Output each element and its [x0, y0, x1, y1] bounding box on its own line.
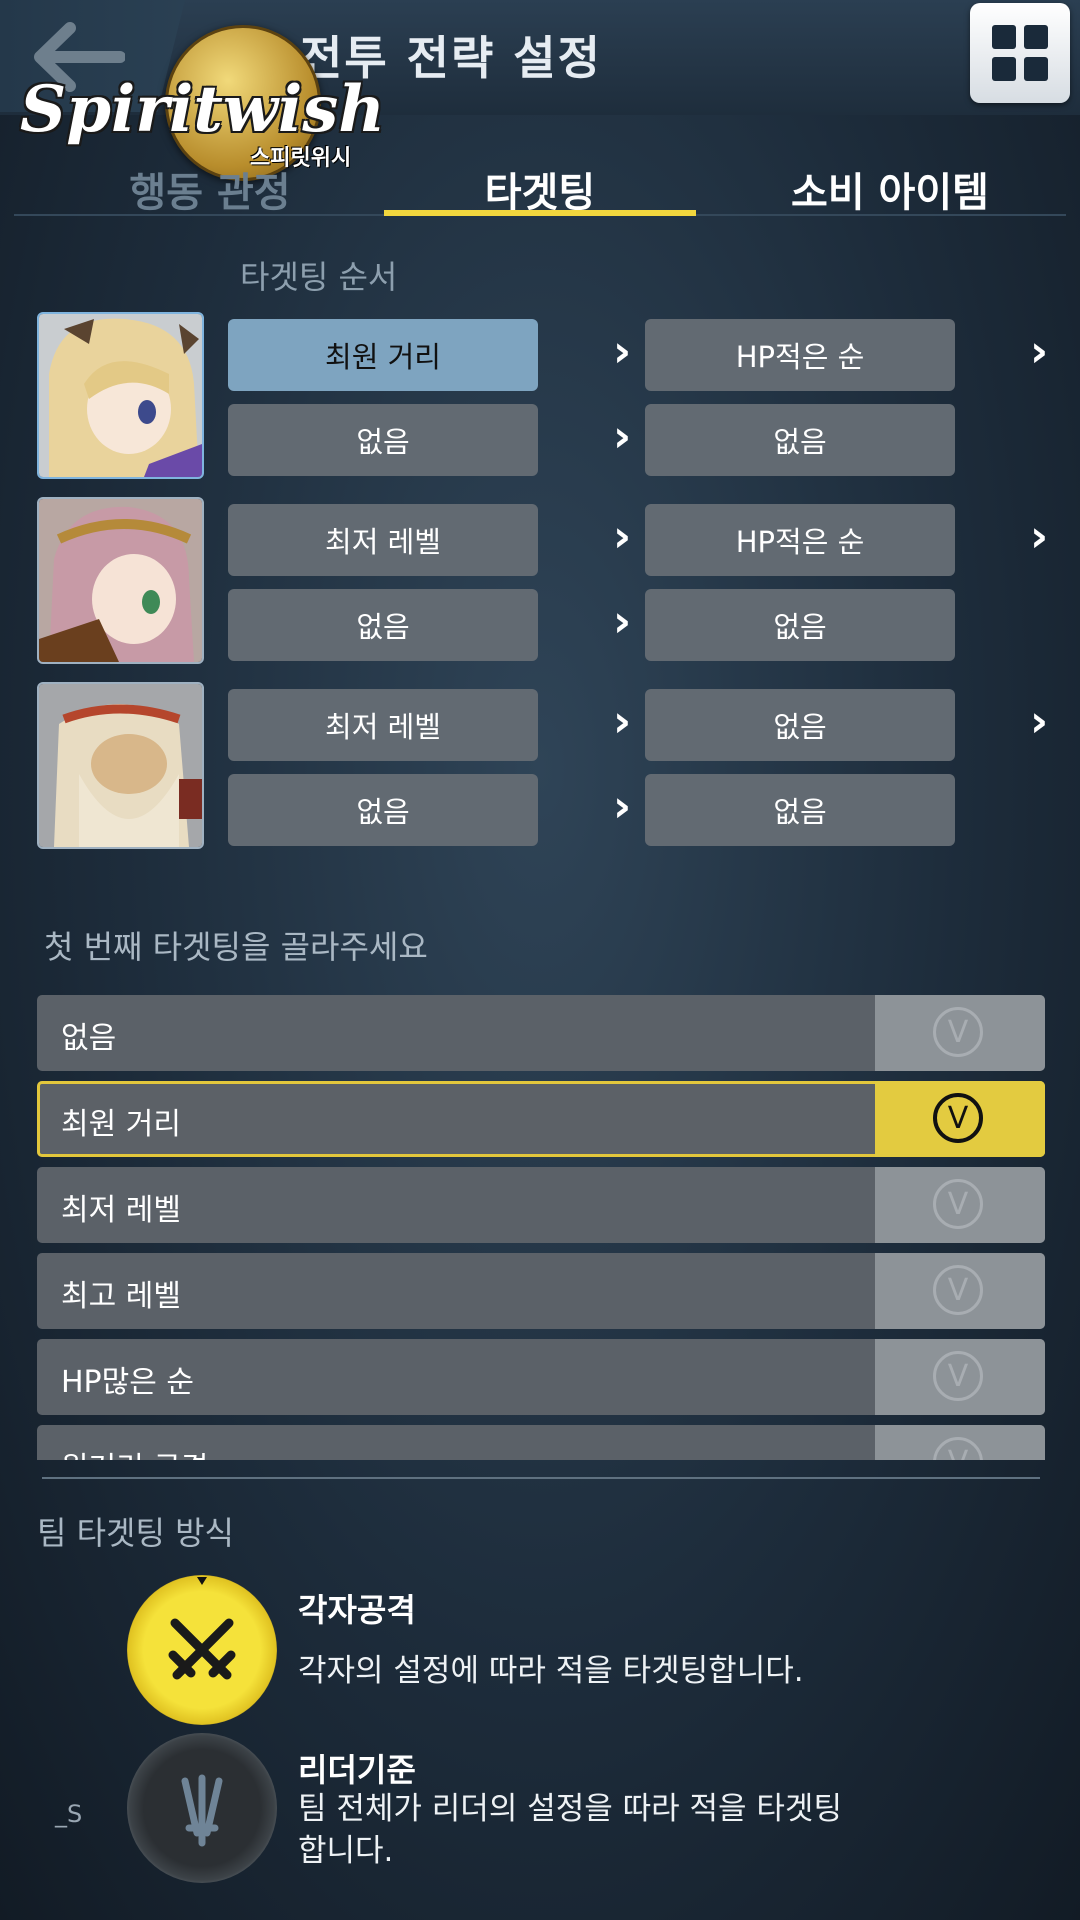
crossed-swords-icon [168, 1577, 236, 1680]
check-circle-icon: V [933, 1437, 983, 1460]
option-row-ranged[interactable]: 원거리 공격 V [37, 1425, 1045, 1460]
option-row-farthest[interactable]: 최원 거리 V [37, 1081, 1045, 1157]
char2-target-slot-2[interactable]: HP적은 순 [645, 504, 955, 576]
character-1-image [39, 314, 202, 477]
character-portrait-1[interactable] [37, 312, 204, 479]
char3-target-slot-1[interactable]: 최저 레벨 [228, 689, 538, 761]
character-portrait-2[interactable] [37, 497, 204, 664]
mode-leader-button[interactable] [127, 1733, 277, 1883]
char2-target-slot-4[interactable]: 없음 [645, 589, 955, 661]
section-divider [42, 1477, 1040, 1479]
option-label: 최저 레벨 [61, 1193, 181, 1228]
logo-text: Spiritwish [20, 72, 385, 147]
option-label: 없음 [61, 1021, 117, 1056]
char3-target-slot-2[interactable]: 없음 [645, 689, 955, 761]
character-2-image [39, 499, 202, 662]
char1-target-slot-3[interactable]: 없음 [228, 404, 538, 476]
grid-icon [992, 25, 1016, 49]
option-label: 원거리 공격 [61, 1443, 209, 1460]
tab-action-setting[interactable]: 행동 관정 [110, 160, 310, 218]
targeting-order-label: 타겟팅 순서 [240, 258, 398, 296]
tab-consumables[interactable]: 소비 아이템 [760, 160, 1020, 218]
mode-leader-desc-line2: 합니다. [298, 1833, 394, 1869]
chevron-right-icon: › [613, 781, 632, 832]
char1-target-slot-1[interactable]: 최원 거리 [228, 319, 538, 391]
menu-grid-button[interactable] [970, 3, 1070, 103]
side-mark: _S [55, 1800, 83, 1828]
mode-leader-title: 리더기준 [298, 1751, 416, 1789]
chevron-right-icon: › [613, 411, 632, 462]
option-label: 최고 레벨 [61, 1279, 181, 1314]
character-3-image [39, 684, 202, 847]
option-row-most-hp[interactable]: HP많은 순 V [37, 1339, 1045, 1415]
check-circle-icon: V [933, 1179, 983, 1229]
chevron-right-icon: › [613, 326, 632, 377]
char1-target-slot-4[interactable]: 없음 [645, 404, 955, 476]
option-row-lowest-level[interactable]: 최저 레벨 V [37, 1167, 1045, 1243]
check-circle-icon: V [933, 1093, 983, 1143]
chevron-right-icon: › [613, 696, 632, 747]
chevron-right-icon: › [1030, 326, 1049, 377]
option-label: HP많은 순 [61, 1365, 194, 1400]
triple-swords-icon [181, 1774, 223, 1847]
chevron-right-icon: › [613, 596, 632, 647]
first-targeting-prompt: 첫 번째 타겟팅을 골라주세요 [44, 928, 428, 966]
active-tab-indicator [384, 210, 696, 216]
character-portrait-3[interactable] [37, 682, 204, 849]
mode-individual-desc: 각자의 설정에 따라 적을 타겟팅합니다. [298, 1653, 804, 1689]
chevron-right-icon: › [1030, 696, 1049, 747]
mode-individual-title: 각자공격 [298, 1591, 416, 1629]
char1-target-slot-2[interactable]: HP적은 순 [645, 319, 955, 391]
chevron-right-icon: › [1030, 511, 1049, 562]
char3-target-slot-3[interactable]: 없음 [228, 774, 538, 846]
mode-leader-desc-line1: 팀 전체가 리더의 설정을 따라 적을 타겟팅 [298, 1791, 842, 1827]
option-row-highest-level[interactable]: 최고 레벨 V [37, 1253, 1045, 1329]
check-circle-icon: V [933, 1265, 983, 1315]
targeting-option-list[interactable]: 없음 V 최원 거리 V 최저 레벨 V 최고 레벨 V HP많은 순 V 원거… [37, 995, 1045, 1460]
chevron-right-icon: › [613, 511, 632, 562]
check-circle-icon: V [933, 1351, 983, 1401]
check-circle-icon: V [933, 1007, 983, 1057]
char2-target-slot-3[interactable]: 없음 [228, 589, 538, 661]
mode-individual-button[interactable] [127, 1575, 277, 1725]
option-row-none[interactable]: 없음 V [37, 995, 1045, 1071]
team-targeting-label: 팀 타겟팅 방식 [37, 1514, 234, 1552]
char2-target-slot-1[interactable]: 최저 레벨 [228, 504, 538, 576]
option-label: 최원 거리 [61, 1107, 181, 1142]
char3-target-slot-4[interactable]: 없음 [645, 774, 955, 846]
